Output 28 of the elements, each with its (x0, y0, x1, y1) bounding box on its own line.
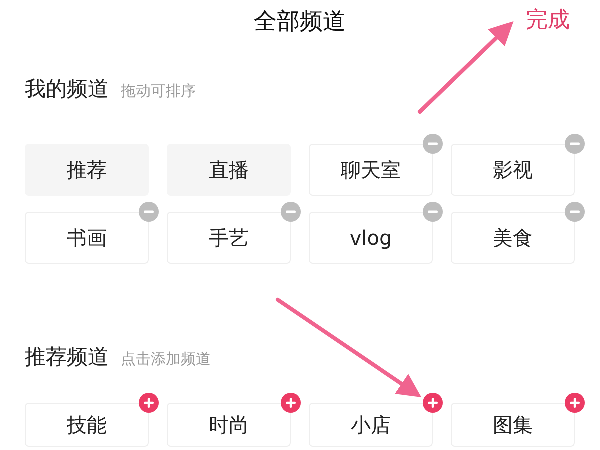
channel-tile[interactable]: 时尚 (167, 403, 291, 447)
channel-tile[interactable]: 图集 (451, 403, 575, 447)
add-icon[interactable] (281, 393, 301, 413)
remove-icon[interactable] (565, 134, 585, 154)
channel-tile[interactable]: 手艺 (167, 212, 291, 264)
channel-tile[interactable]: vlog (309, 212, 433, 264)
remove-icon[interactable] (281, 202, 301, 222)
done-button[interactable]: 完成 (526, 4, 570, 37)
remove-icon[interactable] (565, 202, 585, 222)
channel-tile[interactable]: 美食 (451, 212, 575, 264)
add-icon[interactable] (423, 393, 443, 413)
section-hint: 拖动可排序 (121, 81, 196, 102)
channel-tile[interactable]: 推荐 (25, 144, 149, 196)
section-title: 我的频道 (25, 76, 109, 103)
channel-tile[interactable]: 聊天室 (309, 144, 433, 196)
channel-tile[interactable]: 影视 (451, 144, 575, 196)
channel-tile[interactable]: 直播 (167, 144, 291, 196)
add-icon[interactable] (139, 393, 159, 413)
section-hint: 点击添加频道 (121, 348, 211, 370)
remove-icon[interactable] (139, 202, 159, 222)
channel-tile[interactable]: 小店 (309, 403, 433, 447)
page-title: 全部频道 (254, 8, 346, 37)
section-title: 推荐频道 (25, 344, 109, 370)
remove-icon[interactable] (423, 202, 443, 222)
add-icon[interactable] (565, 393, 585, 413)
channel-tile[interactable]: 书画 (25, 212, 149, 264)
channel-tile[interactable]: 技能 (25, 403, 149, 447)
remove-icon[interactable] (423, 134, 443, 154)
